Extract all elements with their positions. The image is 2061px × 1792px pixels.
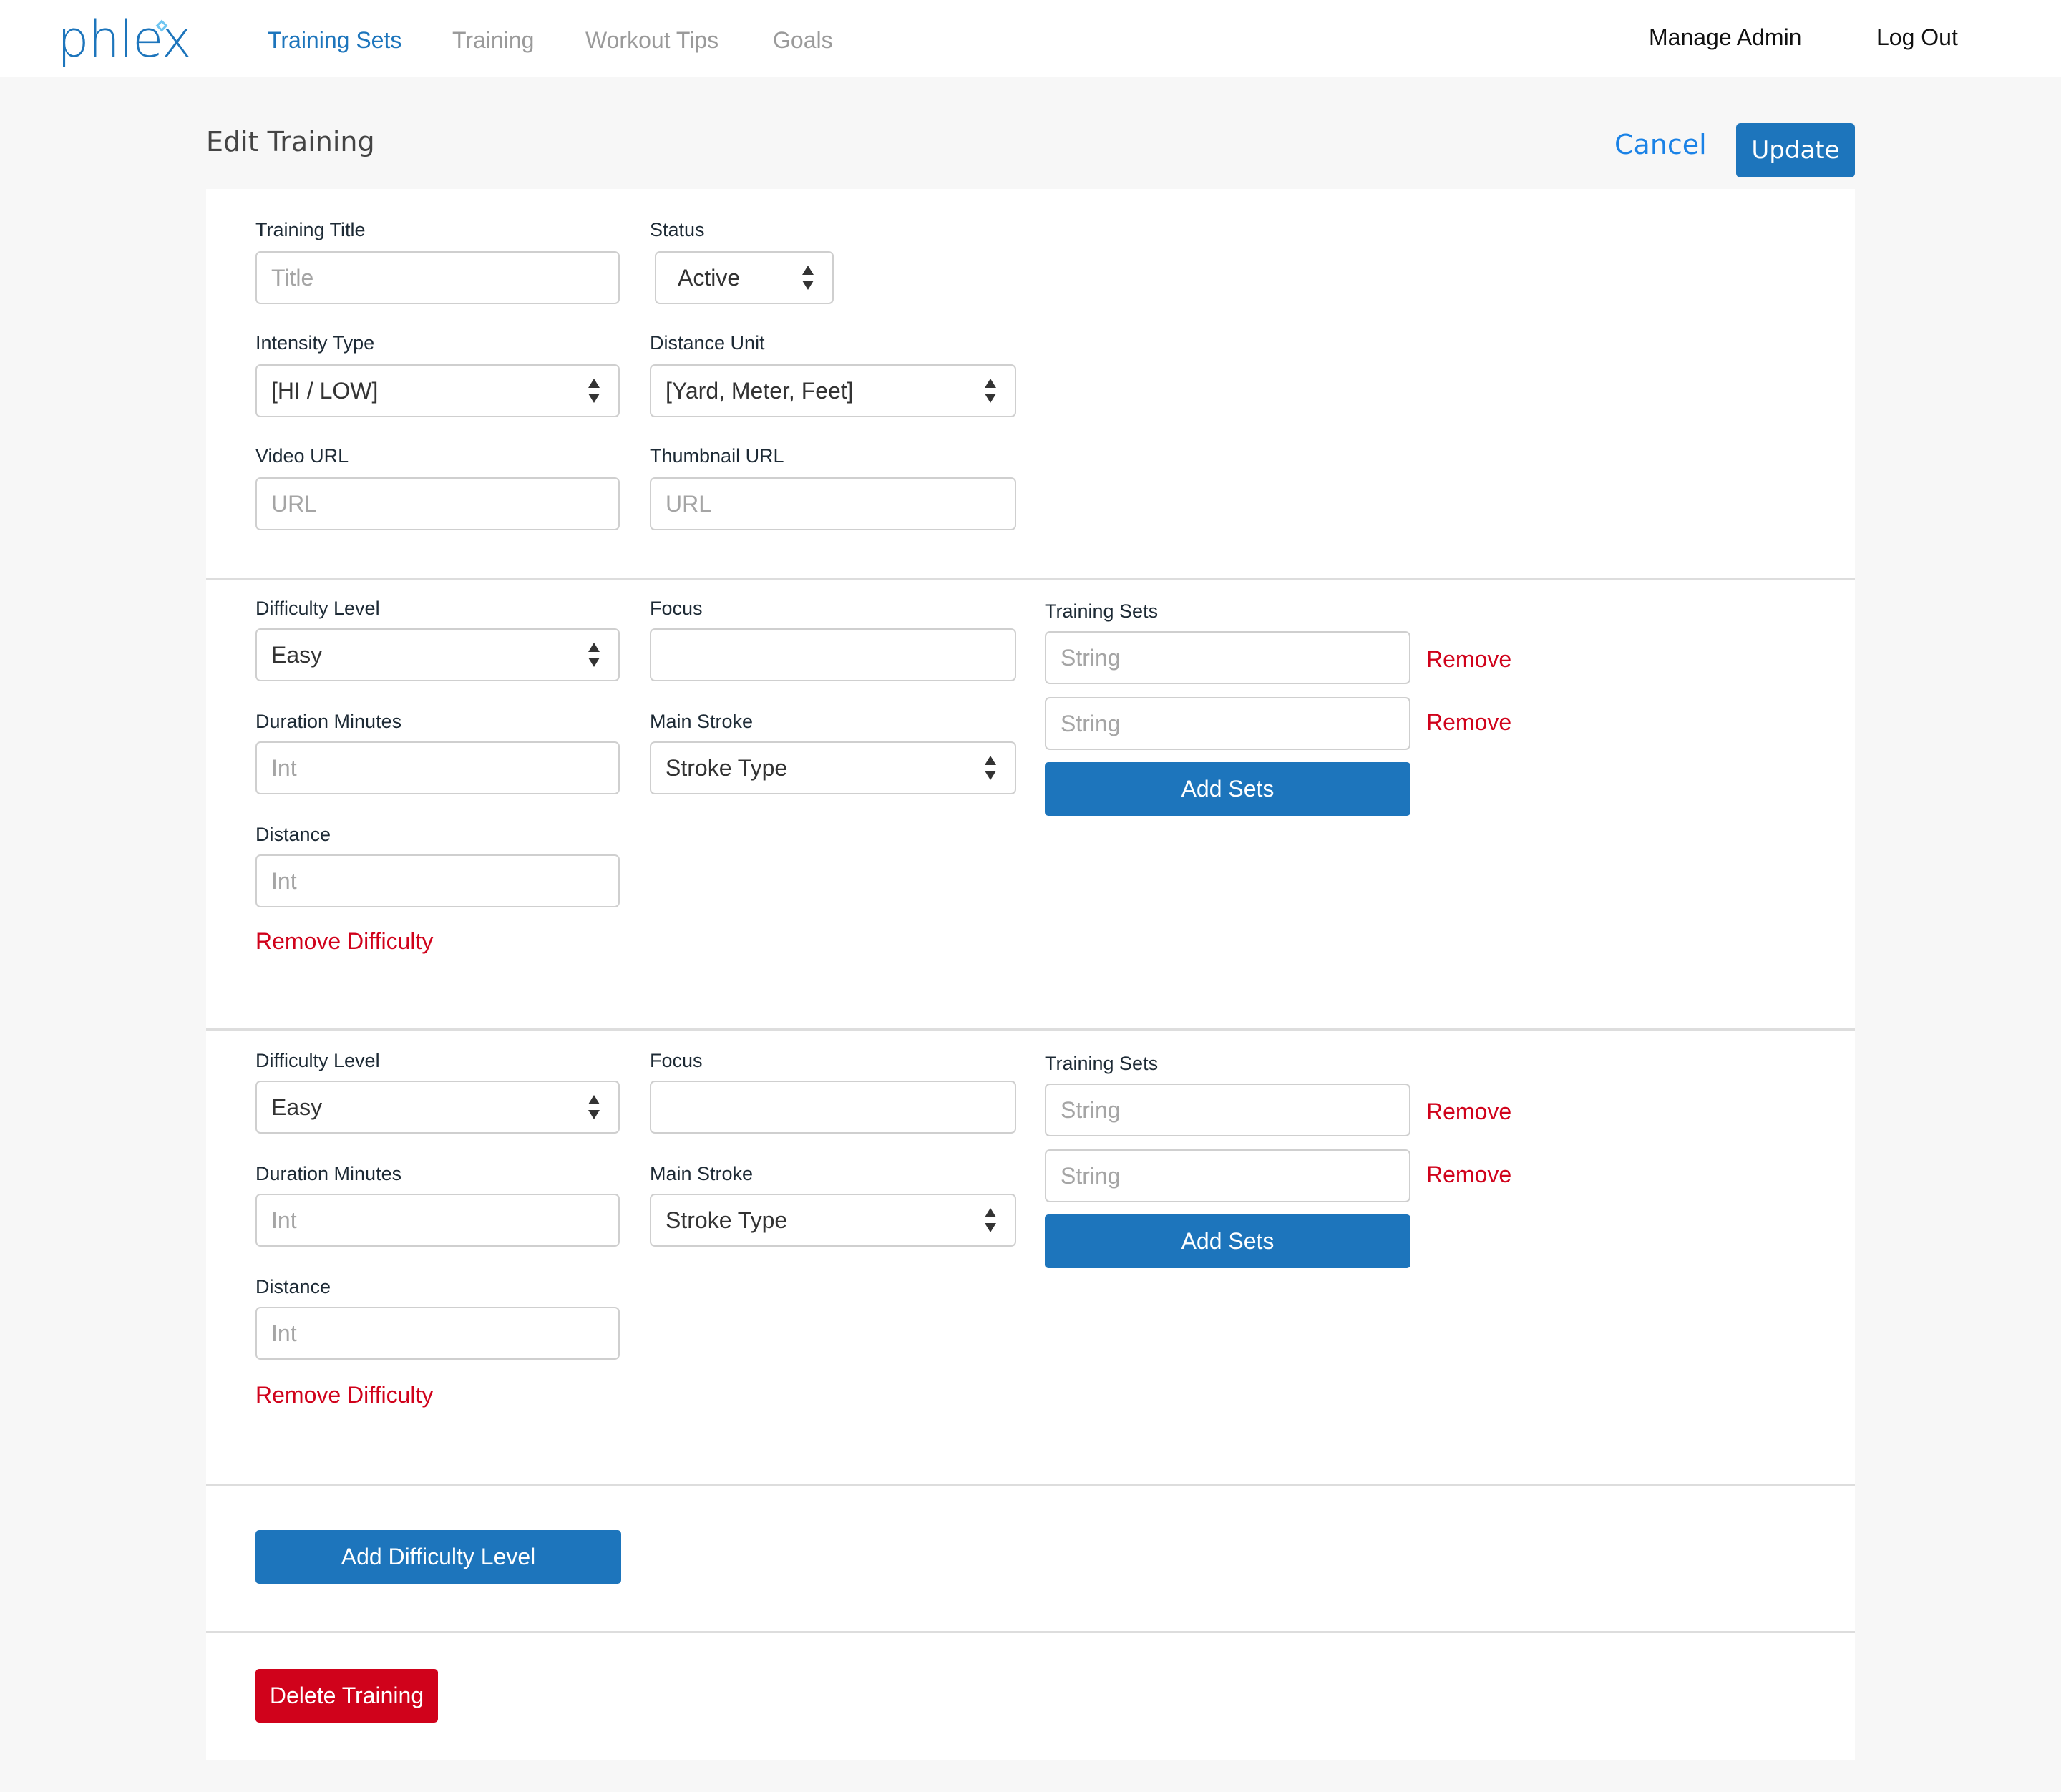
delete-training-button[interactable]: Delete Training: [255, 1669, 438, 1723]
training-set-field[interactable]: [1045, 697, 1410, 750]
training-set-field[interactable]: [1045, 1149, 1410, 1202]
thumbnail-url-label: Thumbnail URL: [650, 445, 784, 467]
main-stroke-value: Stroke Type: [666, 1207, 788, 1233]
duration-minutes-field[interactable]: [255, 741, 620, 794]
training-title-label: Training Title: [255, 219, 366, 240]
main-stroke-label: Main Stroke: [650, 1163, 754, 1184]
main-stroke-value: Stroke Type: [666, 754, 788, 781]
intensity-type-value: [HI / LOW]: [271, 377, 379, 404]
duration-minutes-label: Duration Minutes: [255, 1163, 402, 1184]
training-sets-label: Training Sets: [1045, 600, 1159, 622]
focus-label: Focus: [650, 1050, 703, 1071]
distance-input[interactable]: [271, 856, 618, 906]
difficulty-level-select[interactable]: Easy: [255, 1081, 620, 1134]
difficulty-level-label: Difficulty Level: [255, 1050, 380, 1071]
log-out-link[interactable]: Log Out: [1876, 24, 1958, 51]
nav-training[interactable]: Training: [452, 27, 534, 54]
difficulty-block: Difficulty Level Easy Focus Training Set…: [206, 1028, 1855, 1484]
training-sets-label: Training Sets: [1045, 1053, 1159, 1074]
distance-label: Distance: [255, 1276, 331, 1297]
phlex-logo[interactable]: phlex: [57, 10, 192, 69]
select-arrows-icon: [588, 1095, 600, 1119]
distance-unit-value: [Yard, Meter, Feet]: [666, 377, 854, 404]
update-button[interactable]: Update: [1736, 123, 1855, 177]
training-title-field[interactable]: [255, 251, 620, 304]
difficulty-block: Difficulty Level Easy Focus Training Set…: [206, 578, 1855, 1028]
training-set-input[interactable]: [1061, 1151, 1409, 1201]
remove-difficulty-link[interactable]: Remove Difficulty: [255, 928, 433, 955]
difficulty-level-label: Difficulty Level: [255, 598, 380, 619]
nav-workout-tips[interactable]: Workout Tips: [585, 27, 718, 54]
status-label: Status: [650, 219, 705, 240]
difficulty-level-value: Easy: [271, 1094, 323, 1120]
distance-field[interactable]: [255, 854, 620, 907]
select-arrows-icon: [588, 643, 600, 667]
focus-label: Focus: [650, 598, 703, 619]
duration-minutes-field[interactable]: [255, 1194, 620, 1247]
training-set-input[interactable]: [1061, 1085, 1409, 1135]
select-arrows-icon: [588, 379, 600, 403]
distance-unit-label: Distance Unit: [650, 332, 765, 354]
focus-field[interactable]: [650, 628, 1016, 681]
remove-training-set-link[interactable]: Remove: [1426, 1099, 1511, 1125]
duration-minutes-label: Duration Minutes: [255, 711, 402, 732]
intensity-type-label: Intensity Type: [255, 332, 375, 354]
distance-unit-select[interactable]: [Yard, Meter, Feet]: [650, 364, 1016, 417]
distance-input[interactable]: [271, 1308, 618, 1358]
main-stroke-label: Main Stroke: [650, 711, 754, 732]
select-arrows-icon: [985, 379, 996, 403]
duration-minutes-input[interactable]: [271, 743, 618, 793]
distance-label: Distance: [255, 824, 331, 845]
select-arrows-icon: [985, 1208, 996, 1232]
add-sets-button[interactable]: Add Sets: [1045, 762, 1410, 816]
training-set-input[interactable]: [1061, 698, 1409, 749]
select-arrows-icon: [985, 756, 996, 780]
thumbnail-url-input[interactable]: [666, 479, 1015, 529]
select-arrows-icon: [802, 266, 814, 290]
remove-training-set-link[interactable]: Remove: [1426, 646, 1511, 673]
add-difficulty-level-button[interactable]: Add Difficulty Level: [255, 1530, 621, 1584]
add-sets-button[interactable]: Add Sets: [1045, 1214, 1410, 1268]
cancel-button[interactable]: Cancel: [1614, 129, 1707, 160]
training-title-input[interactable]: [271, 253, 618, 303]
manage-admin-link[interactable]: Manage Admin: [1649, 24, 1801, 51]
remove-difficulty-link[interactable]: Remove Difficulty: [255, 1382, 433, 1408]
distance-field[interactable]: [255, 1307, 620, 1360]
duration-minutes-input[interactable]: [271, 1195, 618, 1245]
section-divider: [206, 1484, 1855, 1486]
video-url-field[interactable]: [255, 477, 620, 530]
intensity-type-select[interactable]: [HI / LOW]: [255, 364, 620, 417]
top-nav-bar: phlex Training Sets Training Workout Tip…: [0, 0, 2061, 77]
training-set-field[interactable]: [1045, 631, 1410, 684]
status-value: Active: [678, 264, 741, 291]
training-set-input[interactable]: [1061, 633, 1409, 683]
thumbnail-url-field[interactable]: [650, 477, 1016, 530]
video-url-label: Video URL: [255, 445, 349, 467]
status-select[interactable]: Active: [655, 251, 834, 304]
remove-training-set-link[interactable]: Remove: [1426, 709, 1511, 736]
training-set-field[interactable]: [1045, 1084, 1410, 1136]
main-stroke-select[interactable]: Stroke Type: [650, 1194, 1016, 1247]
difficulty-level-select[interactable]: Easy: [255, 628, 620, 681]
edit-training-form: Training Title Status Active Intensity T…: [206, 189, 1855, 1760]
focus-input[interactable]: [666, 630, 1015, 680]
video-url-input[interactable]: [271, 479, 618, 529]
nav-goals[interactable]: Goals: [773, 27, 833, 54]
difficulty-level-value: Easy: [271, 641, 323, 668]
nav-training-sets[interactable]: Training Sets: [268, 27, 401, 54]
main-stroke-select[interactable]: Stroke Type: [650, 741, 1016, 794]
page-title: Edit Training: [206, 126, 375, 157]
section-divider: [206, 1631, 1855, 1633]
focus-field[interactable]: [650, 1081, 1016, 1134]
focus-input[interactable]: [666, 1082, 1015, 1132]
remove-training-set-link[interactable]: Remove: [1426, 1162, 1511, 1188]
